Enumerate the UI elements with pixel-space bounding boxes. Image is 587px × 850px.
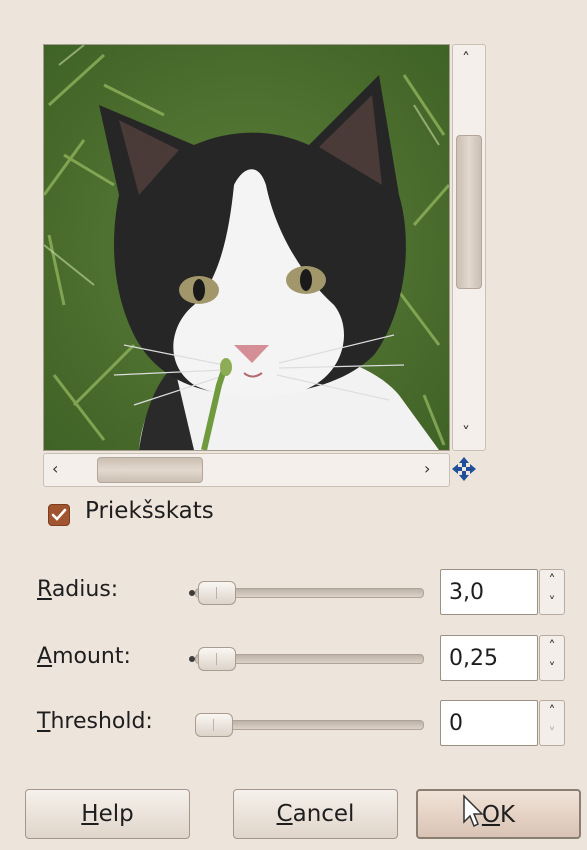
scroll-left-icon[interactable]: ‹: [52, 461, 58, 477]
amount-slider-handle[interactable]: [198, 647, 236, 671]
ok-button[interactable]: OK: [416, 789, 581, 839]
threshold-label: Threshold:: [37, 709, 153, 734]
radius-slider-handle[interactable]: [198, 581, 236, 605]
increment-icon[interactable]: ˄: [540, 636, 564, 658]
cancel-button[interactable]: Cancel: [233, 789, 398, 839]
amount-label: Amount:: [37, 644, 131, 669]
scroll-up-icon[interactable]: ˄: [462, 51, 470, 67]
decrement-icon[interactable]: ˅: [540, 658, 564, 680]
decrement-icon[interactable]: ˅: [540, 592, 564, 614]
threshold-slider-handle[interactable]: [195, 713, 233, 737]
checkmark-icon: [51, 508, 67, 521]
threshold-spin-buttons[interactable]: ˄ ˅: [539, 700, 565, 746]
help-button[interactable]: Help: [25, 789, 190, 839]
scroll-right-icon[interactable]: ›: [424, 461, 430, 477]
radius-input[interactable]: 3,0: [440, 569, 538, 615]
vertical-scrollbar[interactable]: ˄ ˅: [452, 44, 486, 451]
preview-checkbox[interactable]: [48, 504, 70, 526]
preview-image[interactable]: [43, 44, 450, 451]
threshold-input[interactable]: 0: [440, 700, 538, 746]
amount-input[interactable]: 0,25: [440, 635, 538, 681]
mouse-cursor-icon: [462, 794, 488, 830]
radius-spin-buttons[interactable]: ˄ ˅: [539, 569, 565, 615]
increment-icon[interactable]: ˄: [540, 701, 564, 723]
radius-label: Radius:: [37, 577, 119, 602]
move-arrows-icon[interactable]: [450, 455, 478, 483]
vertical-scroll-thumb[interactable]: [456, 135, 482, 289]
preview-checkbox-label: Priekšskats: [85, 498, 214, 524]
scroll-down-icon[interactable]: ˅: [462, 425, 470, 441]
increment-icon[interactable]: ˄: [540, 570, 564, 592]
amount-spin-buttons[interactable]: ˄ ˅: [539, 635, 565, 681]
kitten-image: [44, 45, 449, 450]
decrement-icon[interactable]: ˅: [540, 723, 564, 745]
horizontal-scroll-thumb[interactable]: [97, 457, 203, 483]
horizontal-scrollbar[interactable]: ‹ ›: [43, 453, 450, 487]
